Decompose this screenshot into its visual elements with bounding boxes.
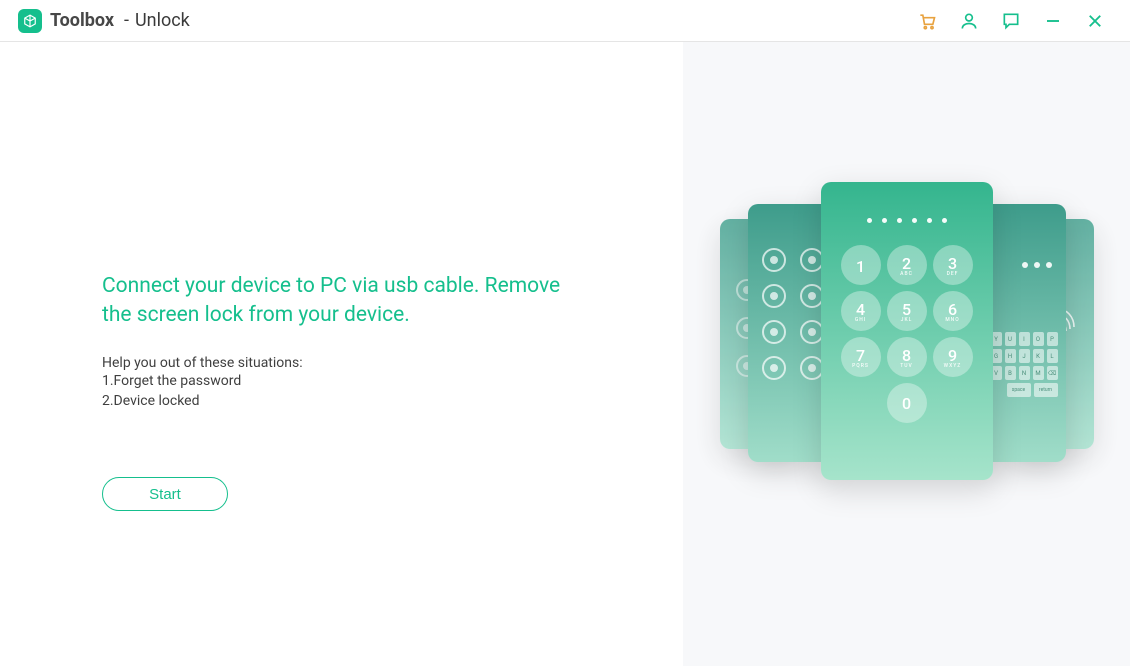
kb-key: J: [1019, 349, 1030, 363]
close-icon[interactable]: [1084, 10, 1106, 32]
brand-logo-icon: [18, 9, 42, 33]
kb-key: O: [1033, 332, 1044, 346]
page-title: Unlock: [135, 10, 190, 31]
kb-key-del: ⌫: [1047, 366, 1058, 380]
kb-key-return: return: [1034, 383, 1058, 397]
kb-key: B: [1005, 366, 1016, 380]
kb-key: U: [1005, 332, 1016, 346]
help-label: Help you out of these situations:: [102, 355, 623, 371]
kb-key: L: [1047, 349, 1058, 363]
pin-dots: [867, 218, 947, 223]
start-button[interactable]: Start: [102, 477, 228, 511]
situation-1: 1.Forget the password: [102, 371, 623, 391]
titlebar: Toolbox - Unlock: [0, 0, 1130, 42]
keypad-5: 5JKL: [887, 291, 927, 331]
situation-2: 2.Device locked: [102, 391, 623, 411]
titlebar-actions: [916, 10, 1112, 32]
title-separator: -: [124, 10, 129, 31]
kb-key-space: space: [1007, 383, 1031, 397]
brand: Toolbox: [18, 9, 114, 33]
keypad-0: 0: [887, 383, 927, 423]
kb-key: K: [1033, 349, 1044, 363]
keypad-8: 8TUV: [887, 337, 927, 377]
keypad-1: 1: [841, 245, 881, 285]
right-pane: Y U I O P G H J K L V B: [683, 42, 1130, 666]
keypad-3: 3DEF: [933, 245, 973, 285]
main: Connect your device to PC via usb cable.…: [0, 42, 1130, 666]
kb-key: P: [1047, 332, 1058, 346]
keypad-9: 9WXYZ: [933, 337, 973, 377]
chat-icon[interactable]: [1000, 10, 1022, 32]
kb-key: H: [1005, 349, 1016, 363]
keypad-2: 2ABC: [887, 245, 927, 285]
kb-key: M: [1033, 366, 1044, 380]
user-icon[interactable]: [958, 10, 980, 32]
keypad-4: 4GHI: [841, 291, 881, 331]
minimize-icon[interactable]: [1042, 10, 1064, 32]
kb-key: I: [1019, 332, 1030, 346]
kb-key: N: [1019, 366, 1030, 380]
illustration: Y U I O P G H J K L V B: [712, 164, 1102, 504]
cart-icon[interactable]: [916, 10, 938, 32]
phone-pin-icon: 1 2ABC 3DEF 4GHI 5JKL 6MNO 7PQRS 8TUV 9W…: [821, 182, 993, 480]
brand-name: Toolbox: [50, 10, 114, 31]
headline: Connect your device to PC via usb cable.…: [102, 272, 562, 331]
keypad: 1 2ABC 3DEF 4GHI 5JKL 6MNO 7PQRS 8TUV 9W…: [841, 245, 973, 423]
keypad-6: 6MNO: [933, 291, 973, 331]
keypad-7: 7PQRS: [841, 337, 881, 377]
left-pane: Connect your device to PC via usb cable.…: [0, 42, 683, 666]
